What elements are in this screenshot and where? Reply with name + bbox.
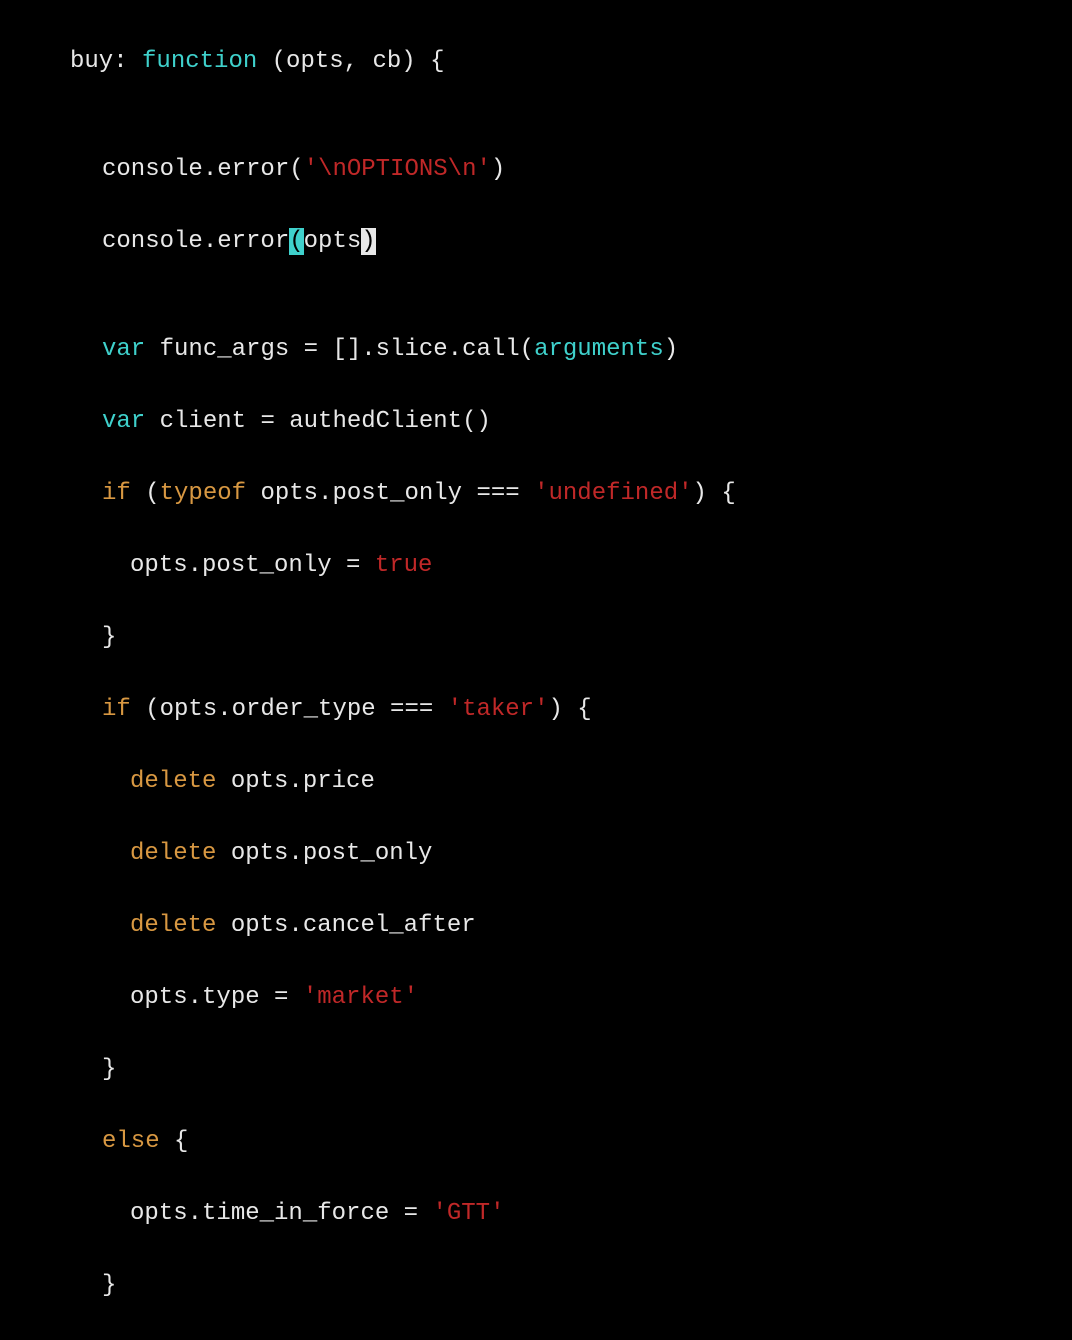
- code-line: }: [0, 1268, 1072, 1304]
- keyword-var: var: [102, 336, 145, 363]
- keyword-function: function: [142, 48, 257, 75]
- code-line: }: [0, 620, 1072, 656]
- text: ): [491, 156, 505, 183]
- text: opts.post_only =: [130, 552, 375, 579]
- text: ) {: [693, 480, 736, 507]
- string-literal: '\nOPTIONS\n': [304, 156, 491, 183]
- text: }: [102, 624, 116, 651]
- code-editor[interactable]: buy: function (opts, cb) { console.error…: [0, 0, 1072, 1340]
- cursor-position: ): [361, 228, 375, 255]
- code-line: delete opts.price: [0, 764, 1072, 800]
- keyword-typeof: typeof: [160, 480, 246, 507]
- text: }: [102, 1272, 116, 1299]
- code-line: else {: [0, 1124, 1072, 1160]
- code-line: console.error('\nOPTIONS\n'): [0, 152, 1072, 188]
- identifier: arguments: [534, 336, 664, 363]
- text: (: [131, 480, 160, 507]
- string-literal: 'undefined': [534, 480, 692, 507]
- code-line: var func_args = [].slice.call(arguments): [0, 332, 1072, 368]
- text: opts.type =: [130, 984, 303, 1011]
- code-line: console.error(opts): [0, 224, 1072, 260]
- text: }: [102, 1056, 116, 1083]
- text: ): [664, 336, 678, 363]
- keyword-if: if: [102, 696, 131, 723]
- code-line: opts.time_in_force = 'GTT': [0, 1196, 1072, 1232]
- code-line: buy: function (opts, cb) {: [0, 44, 1072, 80]
- text: opts.time_in_force =: [130, 1200, 432, 1227]
- text: client = authedClient(): [145, 408, 491, 435]
- text: (opts, cb) {: [257, 48, 444, 75]
- cursor-highlight: (: [289, 228, 303, 255]
- string-literal: 'market': [303, 984, 418, 1011]
- text: console.error(: [102, 156, 304, 183]
- code-line: opts.post_only = true: [0, 548, 1072, 584]
- keyword-delete: delete: [130, 912, 216, 939]
- keyword-if: if: [102, 480, 131, 507]
- keyword-var: var: [102, 408, 145, 435]
- text: opts.post_only: [216, 840, 432, 867]
- text: func_args = [].slice.call(: [145, 336, 534, 363]
- code-line: var client = authedClient(): [0, 404, 1072, 440]
- text: {: [160, 1128, 189, 1155]
- code-line: delete opts.cancel_after: [0, 908, 1072, 944]
- code-line: if (typeof opts.post_only === 'undefined…: [0, 476, 1072, 512]
- text: opts.cancel_after: [216, 912, 475, 939]
- text: ) {: [549, 696, 592, 723]
- keyword-delete: delete: [130, 768, 216, 795]
- code-line: opts.type = 'market': [0, 980, 1072, 1016]
- keyword-delete: delete: [130, 840, 216, 867]
- code-line: delete opts.post_only: [0, 836, 1072, 872]
- text: opts.post_only ===: [246, 480, 534, 507]
- keyword-true: true: [375, 552, 433, 579]
- text: console.error: [102, 228, 289, 255]
- text: opts.price: [216, 768, 374, 795]
- text: :: [113, 48, 142, 75]
- code-line: if (opts.order_type === 'taker') {: [0, 692, 1072, 728]
- property-name: buy: [70, 48, 113, 75]
- text: (opts.order_type ===: [131, 696, 448, 723]
- string-literal: 'taker': [448, 696, 549, 723]
- keyword-else: else: [102, 1128, 160, 1155]
- string-literal: 'GTT': [432, 1200, 504, 1227]
- code-line: }: [0, 1052, 1072, 1088]
- text: opts: [304, 228, 362, 255]
